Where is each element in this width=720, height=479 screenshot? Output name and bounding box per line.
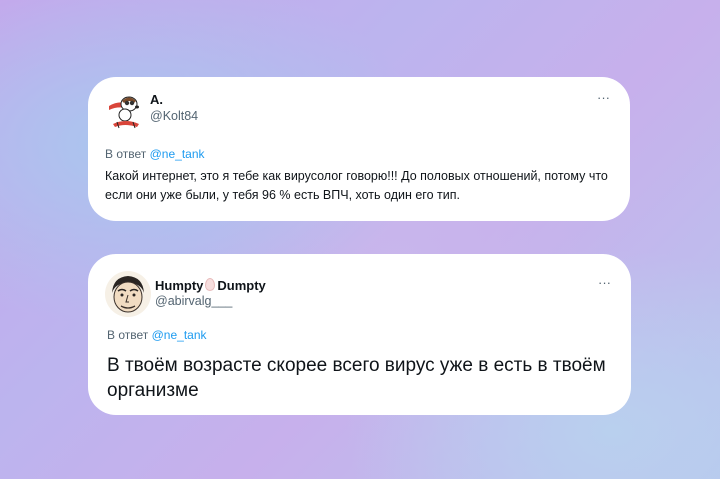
avatar[interactable] (105, 271, 151, 317)
tweet-card[interactable]: Humpty Dumpty @abirvalg___ ··· В ответ @n… (88, 254, 631, 415)
reply-to-link[interactable]: @ne_tank (150, 147, 205, 161)
display-name-first: Humpty (155, 278, 204, 293)
tweet-text: Какой интернет, это я тебе как вирусолог… (105, 169, 608, 202)
user-handle[interactable]: @abirvalg___ (155, 294, 232, 308)
display-name[interactable]: A. (150, 92, 163, 107)
more-options-icon[interactable]: ··· (598, 276, 611, 289)
reply-context: В ответ @ne_tank (107, 328, 207, 342)
reply-prefix: В ответ (107, 328, 149, 342)
tweet-text: В твоём возрасте скорее всего вирус уже … (107, 355, 606, 401)
display-name[interactable]: Humpty Dumpty (155, 278, 266, 293)
user-handle[interactable]: @Kolt84 (150, 109, 198, 123)
reply-prefix: В ответ (105, 147, 147, 161)
avatar[interactable] (103, 88, 149, 134)
reply-context: В ответ @ne_tank (105, 147, 205, 161)
caricature-face-icon (105, 271, 151, 317)
tweet-card[interactable]: A. @Kolt84 ··· В ответ @ne_tank Какой ин… (88, 77, 630, 221)
more-options-icon[interactable]: ··· (597, 91, 610, 104)
egg-icon (205, 278, 216, 291)
display-name-last: Dumpty (217, 278, 266, 293)
snoopy-pilot-icon (103, 88, 149, 134)
reply-to-link[interactable]: @ne_tank (152, 328, 207, 342)
